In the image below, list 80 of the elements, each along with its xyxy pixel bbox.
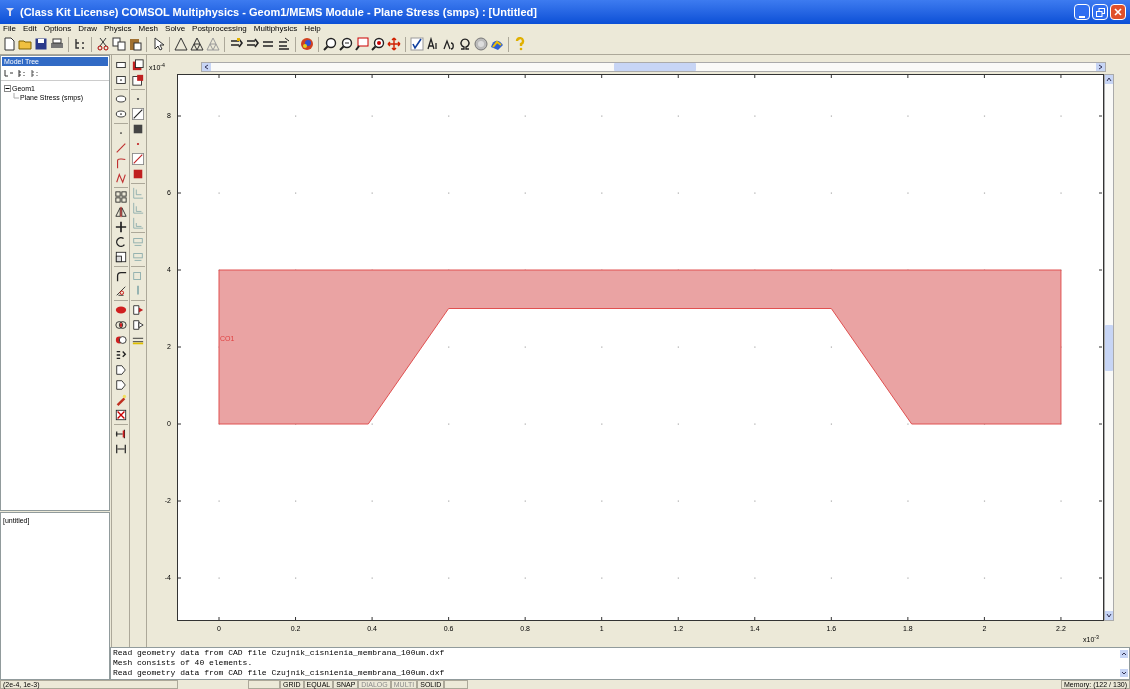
tree-view-icon[interactable]	[4, 69, 14, 78]
square-icon[interactable]	[132, 168, 144, 180]
tree-icon[interactable]	[73, 37, 87, 51]
menu-item[interactable]: Draw	[78, 24, 97, 34]
scroll-up-button[interactable]	[1120, 650, 1128, 658]
triangle-mesh-icon[interactable]	[190, 37, 204, 51]
rectangle-icon[interactable]	[114, 74, 127, 86]
horizontal-scrollbar[interactable]	[201, 62, 1106, 72]
array-icon[interactable]	[114, 191, 127, 203]
delete-icon[interactable]	[114, 409, 127, 421]
print-icon[interactable]	[50, 37, 64, 51]
scale-icon[interactable]	[114, 251, 127, 263]
scroll-down-button[interactable]	[1120, 669, 1128, 677]
difference-icon[interactable]	[114, 334, 127, 346]
tree-view-icon[interactable]	[30, 69, 40, 78]
cut-icon[interactable]	[96, 37, 110, 51]
save-icon[interactable]	[34, 37, 48, 51]
menu-item[interactable]: Solve	[165, 24, 186, 34]
ellipse-icon[interactable]	[114, 108, 127, 120]
intersection-icon[interactable]	[114, 319, 127, 331]
pointer-icon[interactable]	[151, 37, 165, 51]
menu-item[interactable]: Options	[43, 24, 72, 34]
menu-item[interactable]: Mesh	[138, 24, 159, 34]
zoom-out-icon[interactable]	[339, 37, 353, 51]
close-button[interactable]	[1110, 4, 1126, 20]
log-line: Mesh consists of 40 elements.	[113, 658, 253, 668]
zoom-in-icon[interactable]	[323, 37, 337, 51]
curve-icon[interactable]	[114, 157, 127, 169]
minimize-button[interactable]	[1074, 4, 1090, 20]
log-line: Read geometry data from CAD file Czujnik_cisnienia_membrana_100um.dxf	[113, 648, 445, 658]
scroll-up-button[interactable]	[1105, 75, 1113, 84]
color-map-icon[interactable]	[300, 37, 314, 51]
restore-icon	[1095, 7, 1105, 17]
curve-icon[interactable]	[114, 172, 127, 184]
copy-icon[interactable]	[112, 37, 126, 51]
omega-icon[interactable]	[458, 37, 472, 51]
triangle-icon[interactable]	[174, 37, 188, 51]
move-icon[interactable]	[114, 221, 127, 233]
minimize-icon	[1079, 15, 1085, 19]
pan-icon[interactable]	[387, 37, 401, 51]
ellipse-icon[interactable]	[114, 93, 127, 105]
scroll-thumb[interactable]	[1105, 325, 1113, 371]
rectangle-icon[interactable]	[114, 59, 127, 71]
menu-item[interactable]: Edit	[22, 24, 37, 34]
square-icon[interactable]	[132, 123, 144, 135]
rectangle-icon[interactable]	[132, 59, 144, 71]
zoom-box-icon[interactable]	[355, 37, 369, 51]
mirror-icon[interactable]	[114, 206, 127, 218]
maximize-button[interactable]	[1092, 4, 1108, 20]
status-field	[248, 680, 280, 689]
window-title: (Class Kit License) COMSOL Multiphysics - Geom1/MEMS Module - Plane Stress (smps) : [Untitled]	[20, 4, 537, 20]
app-icon	[4, 6, 16, 18]
tree-view-icon[interactable]	[17, 69, 27, 78]
pencil-icon[interactable]	[114, 394, 127, 406]
menu-item[interactable]: Multiphysics	[253, 24, 298, 34]
tree-line	[12, 93, 19, 102]
union-icon[interactable]	[114, 304, 127, 316]
scroll-down-button[interactable]	[1105, 611, 1113, 620]
new-file-icon[interactable]	[2, 37, 16, 51]
export-icon[interactable]	[132, 304, 144, 316]
zoom-extents-icon[interactable]	[371, 37, 385, 51]
paste-icon[interactable]	[128, 37, 142, 51]
scroll-left-button[interactable]	[202, 63, 211, 71]
export-icon[interactable]	[132, 319, 144, 331]
menu-item[interactable]: Help	[304, 24, 321, 34]
close-icon	[1114, 8, 1122, 16]
rectangle-icon[interactable]	[132, 74, 144, 86]
line-icon[interactable]	[132, 108, 144, 120]
fillet-icon[interactable]	[114, 270, 127, 282]
status-field	[444, 680, 469, 689]
scroll-right-button[interactable]	[1096, 63, 1105, 71]
menu-item[interactable]: Postprocessing	[192, 24, 247, 34]
expander-icon[interactable]	[4, 85, 11, 92]
tangent-icon[interactable]	[114, 285, 127, 297]
log-line: Read geometry data from CAD file Czujnik_cisnienia_membrana_100um.dxf	[113, 668, 445, 678]
menu-item[interactable]: File	[3, 24, 16, 34]
vertical-scrollbar[interactable]	[1104, 74, 1114, 621]
scroll-thumb[interactable]	[614, 63, 696, 71]
menu-item[interactable]: Physics	[103, 24, 132, 34]
rotate-icon[interactable]	[114, 236, 127, 248]
